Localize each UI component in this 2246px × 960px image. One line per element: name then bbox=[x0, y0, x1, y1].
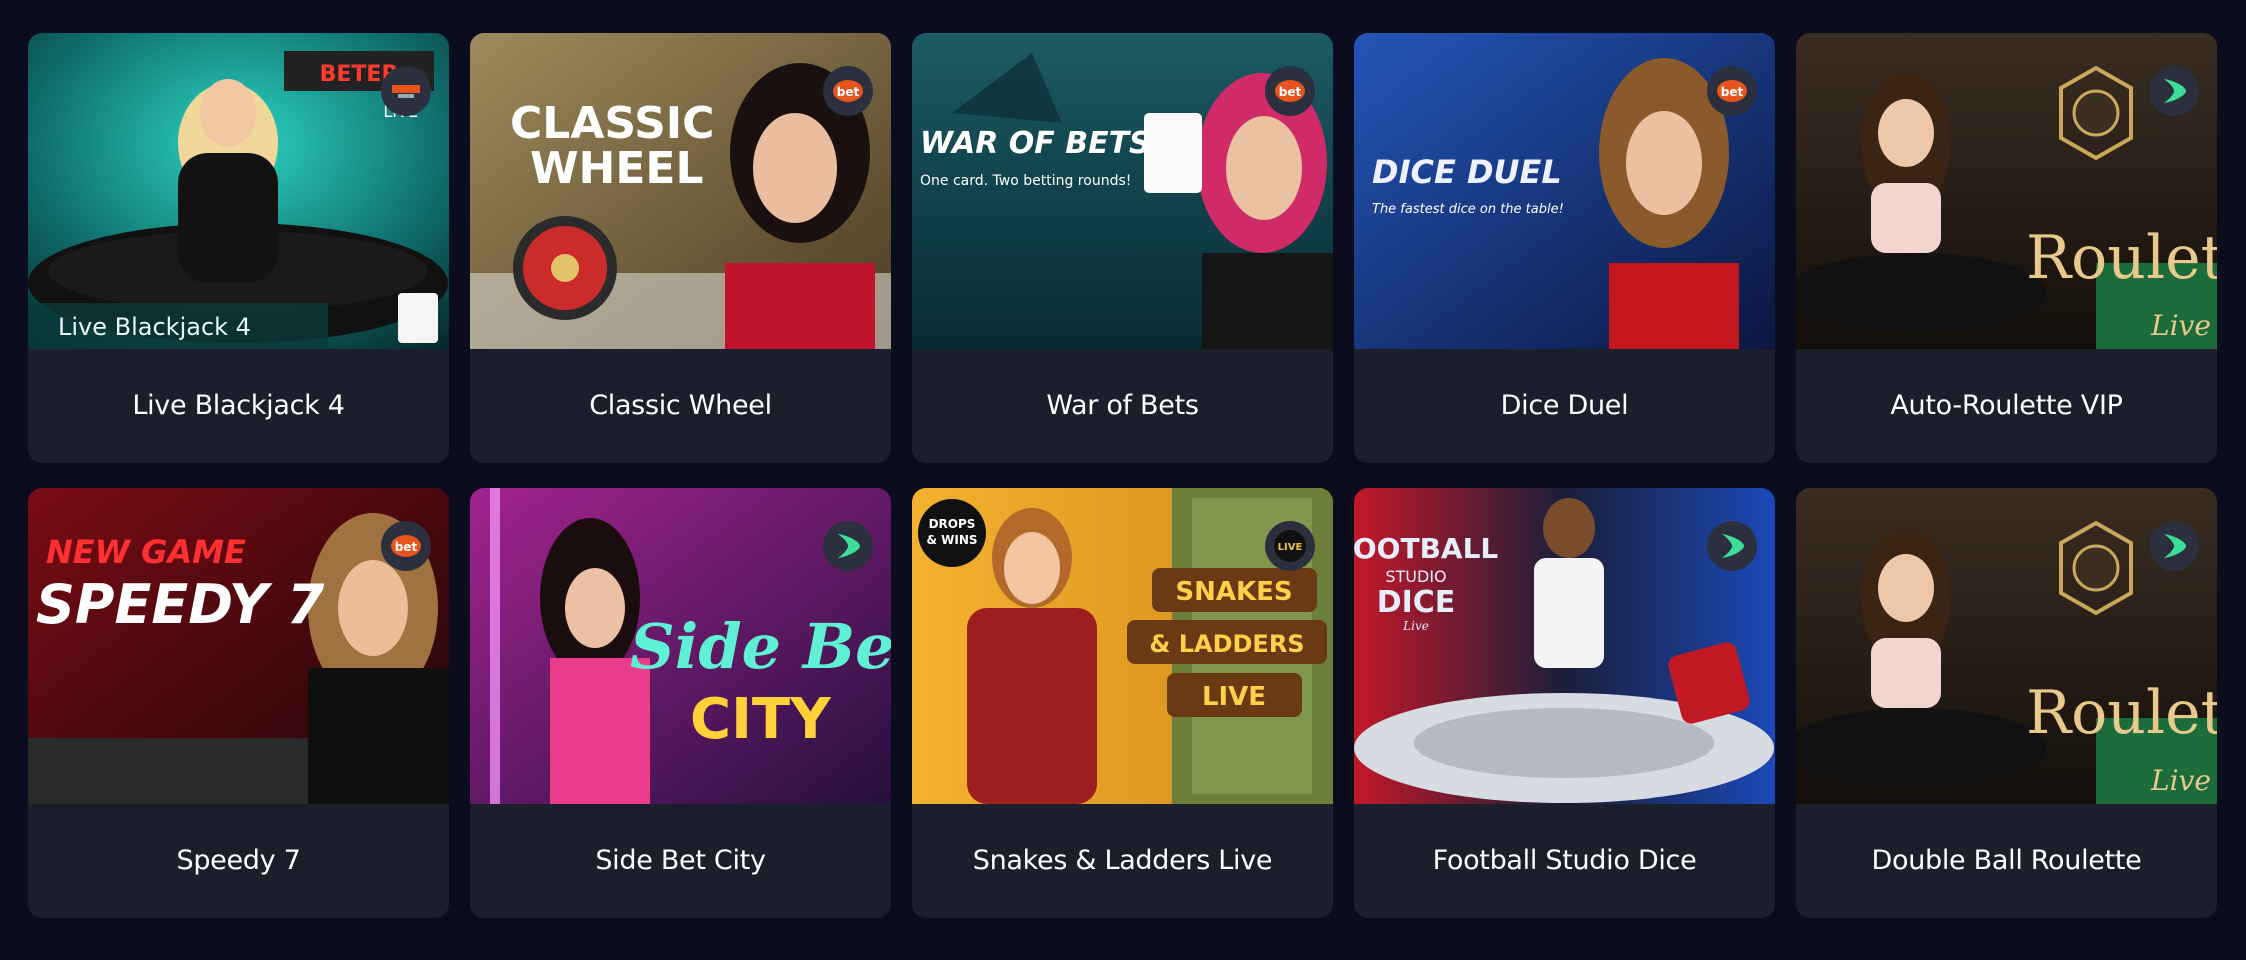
art-text-side-bet: Side Bet bbox=[630, 610, 891, 683]
art-text-city: CITY bbox=[690, 687, 832, 752]
provider-evolution-icon bbox=[823, 521, 873, 571]
provider-evolution-icon bbox=[2149, 66, 2199, 116]
game-card-side-bet-city[interactable]: Side Bet CITY Side Bet City bbox=[470, 488, 891, 918]
game-info: Double Ball Roulette bbox=[1796, 804, 2217, 918]
art-text-live: Live bbox=[2150, 309, 2211, 342]
game-title: Dice Duel bbox=[1500, 390, 1629, 421]
game-info: Classic Wheel bbox=[470, 349, 891, 463]
games-grid: BETER LIVE Live Blackjack 4 Live Blackja… bbox=[28, 33, 2218, 918]
game-info: Auto-Roulette VIP bbox=[1796, 349, 2217, 463]
art-text-dice: DICE bbox=[1377, 585, 1456, 620]
game-card-football-studio-dice[interactable]: FOOTBALL STUDIO DICE Live Football Studi… bbox=[1354, 488, 1775, 918]
svg-text:bet: bet bbox=[837, 85, 860, 99]
provider-bet-icon: bet bbox=[1707, 66, 1757, 116]
game-info: War of Bets bbox=[912, 349, 1333, 463]
art-text-ladders: & LADDERS bbox=[1149, 630, 1304, 658]
game-card-double-ball-roulette[interactable]: Roulette Live Double Ball Roulette bbox=[1796, 488, 2217, 918]
provider-evolution-icon bbox=[1707, 521, 1757, 571]
game-title: Auto-Roulette VIP bbox=[1890, 390, 2123, 421]
game-card-classic-wheel[interactable]: CLASSIC WHEEL Classic Wheel bet bbox=[470, 33, 891, 463]
art-text-tagline: The fastest dice on the table! bbox=[1372, 202, 1564, 217]
art-text-classic: CLASSIC bbox=[510, 98, 714, 149]
game-title: Side Bet City bbox=[595, 845, 766, 876]
svg-text:bet: bet bbox=[1279, 85, 1302, 99]
provider-live-icon: LIVE bbox=[1265, 521, 1315, 571]
art-text-wins: & WINS bbox=[926, 533, 977, 547]
art-text-war-of-bets: WAR OF BETS bbox=[920, 126, 1151, 161]
game-info: Football Studio Dice bbox=[1354, 804, 1775, 918]
game-title: Football Studio Dice bbox=[1432, 845, 1697, 876]
provider-bet-icon: bet bbox=[381, 521, 431, 571]
game-card-snakes-and-ladders-live[interactable]: DROPS & WINS SNAKES & LADDERS LIVE Snake… bbox=[912, 488, 1333, 918]
game-title: Speedy 7 bbox=[176, 845, 301, 876]
art-text-table-name: Live Blackjack 4 bbox=[58, 313, 251, 341]
art-text-live: Live bbox=[1402, 619, 1429, 633]
game-info: Dice Duel bbox=[1354, 349, 1775, 463]
svg-text:LIVE: LIVE bbox=[1278, 542, 1303, 553]
game-card-war-of-bets[interactable]: WAR OF BETS One card. Two betting rounds… bbox=[912, 33, 1333, 463]
svg-text:bet: bet bbox=[1721, 85, 1744, 99]
game-title: Classic Wheel bbox=[589, 390, 772, 421]
game-card-speedy-7[interactable]: NEW GAME SPEEDY 7 Speedy 7 bet bbox=[28, 488, 449, 918]
game-info: Live Blackjack 4 bbox=[28, 349, 449, 463]
art-text-roulette: Roulette bbox=[2026, 678, 2217, 748]
art-text-studio: STUDIO bbox=[1385, 567, 1446, 586]
provider-beter-icon bbox=[381, 66, 431, 116]
provider-evolution-icon bbox=[2149, 521, 2199, 571]
game-title: Live Blackjack 4 bbox=[132, 390, 345, 421]
art-text-roulette: Roulette bbox=[2026, 223, 2217, 293]
game-card-dice-duel[interactable]: DICE DUEL The fastest dice on the table!… bbox=[1354, 33, 1775, 463]
game-title: War of Bets bbox=[1046, 390, 1199, 421]
game-title: Snakes & Ladders Live bbox=[972, 845, 1273, 876]
provider-bet-icon: bet bbox=[823, 66, 873, 116]
game-info: Snakes & Ladders Live bbox=[912, 804, 1333, 918]
svg-text:bet: bet bbox=[395, 540, 418, 554]
art-text-new-game: NEW GAME bbox=[46, 533, 246, 571]
game-card-live-blackjack-4[interactable]: BETER LIVE Live Blackjack 4 Live Blackja… bbox=[28, 33, 449, 463]
art-text-snakes: SNAKES bbox=[1175, 577, 1292, 607]
art-text-drops: DROPS bbox=[929, 517, 976, 531]
art-text-speedy-7: SPEEDY 7 bbox=[36, 573, 325, 636]
art-text-dice-duel: DICE DUEL bbox=[1372, 153, 1562, 191]
game-card-auto-roulette-vip[interactable]: Roulette Live Auto-Roulette VIP bbox=[1796, 33, 2217, 463]
game-title: Double Ball Roulette bbox=[1871, 845, 2142, 876]
art-text-football: FOOTBALL bbox=[1354, 532, 1498, 565]
provider-bet-icon: bet bbox=[1265, 66, 1315, 116]
game-info: Speedy 7 bbox=[28, 804, 449, 918]
art-text-live: Live bbox=[2150, 764, 2211, 797]
art-text-wheel: WHEEL bbox=[530, 143, 704, 194]
art-text-tagline: One card. Two betting rounds! bbox=[920, 173, 1131, 189]
art-text-live: LIVE bbox=[1202, 682, 1266, 712]
game-info: Side Bet City bbox=[470, 804, 891, 918]
